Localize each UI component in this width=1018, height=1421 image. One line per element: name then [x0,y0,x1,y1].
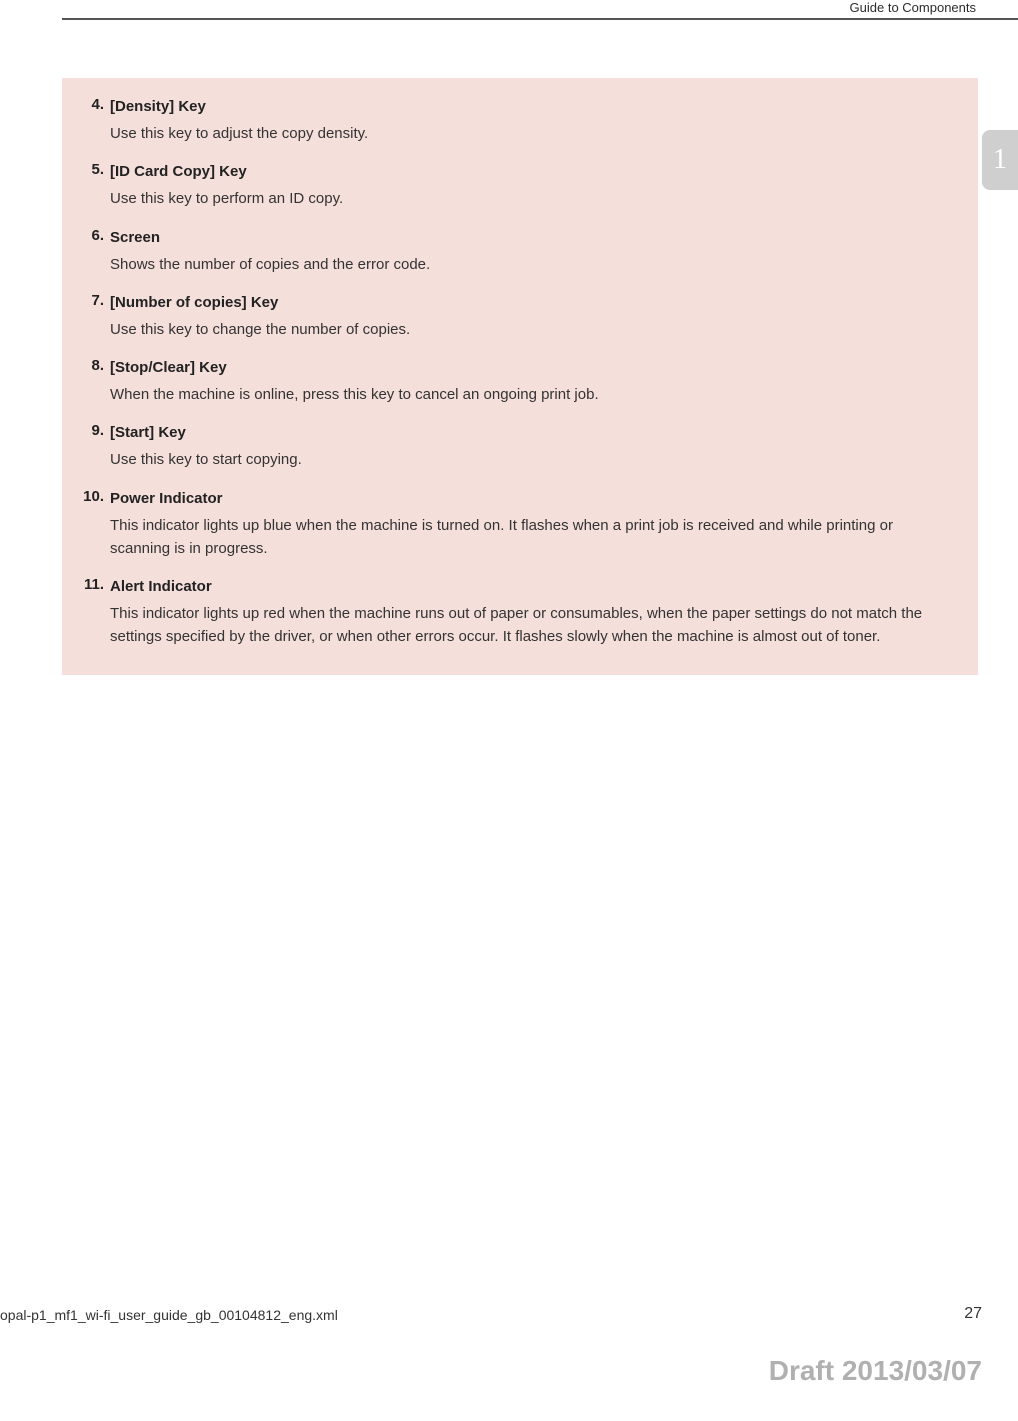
item-number: 8. [68,357,110,374]
item-title: [ID Card Copy] Key [110,161,956,182]
item-title: Screen [110,227,956,248]
list-item: 6. Screen Shows the number of copies and… [68,227,956,286]
item-description: This indicator lights up red when the ma… [110,602,956,649]
footer-filename: opal-p1_mf1_wi-fi_user_guide_gb_00104812… [0,1307,338,1323]
item-body: Power Indicator This indicator lights up… [110,488,956,571]
item-number: 9. [68,422,110,439]
list-item: 11. Alert Indicator This indicator light… [68,576,956,659]
item-description: Use this key to start copying. [110,448,956,471]
item-description: Use this key to adjust the copy density. [110,122,956,145]
item-number: 6. [68,227,110,244]
content-panel: 4. [Density] Key Use this key to adjust … [62,78,978,675]
list-item: 8. [Stop/Clear] Key When the machine is … [68,357,956,416]
item-body: Alert Indicator This indicator lights up… [110,576,956,659]
item-title: [Start] Key [110,422,956,443]
chapter-tab: 1 [982,130,1018,190]
item-body: [ID Card Copy] Key Use this key to perfo… [110,161,956,220]
draft-watermark: Draft 2013/03/07 [769,1355,982,1387]
list-item: 10. Power Indicator This indicator light… [68,488,956,571]
item-number: 4. [68,96,110,113]
item-number: 7. [68,292,110,309]
footer-page-number: 27 [964,1305,982,1323]
list-item: 9. [Start] Key Use this key to start cop… [68,422,956,481]
header-rule [62,18,1018,20]
item-body: [Stop/Clear] Key When the machine is onl… [110,357,956,416]
item-number: 5. [68,161,110,178]
item-title: [Density] Key [110,96,956,117]
item-body: [Number of copies] Key Use this key to c… [110,292,956,351]
item-title: [Stop/Clear] Key [110,357,956,378]
item-title: [Number of copies] Key [110,292,956,313]
header-title: Guide to Components [850,0,976,15]
item-description: Use this key to change the number of cop… [110,318,956,341]
page: Guide to Components 1 4. [Density] Key U… [0,0,1018,1421]
item-number: 11. [68,576,110,593]
item-body: [Start] Key Use this key to start copyin… [110,422,956,481]
item-description: Use this key to perform an ID copy. [110,187,956,210]
item-title: Alert Indicator [110,576,956,597]
item-description: Shows the number of copies and the error… [110,253,956,276]
item-number: 10. [68,488,110,505]
list-item: 5. [ID Card Copy] Key Use this key to pe… [68,161,956,220]
item-body: [Density] Key Use this key to adjust the… [110,96,956,155]
item-body: Screen Shows the number of copies and th… [110,227,956,286]
list-item: 4. [Density] Key Use this key to adjust … [68,96,956,155]
item-description: When the machine is online, press this k… [110,383,956,406]
item-title: Power Indicator [110,488,956,509]
list-item: 7. [Number of copies] Key Use this key t… [68,292,956,351]
item-description: This indicator lights up blue when the m… [110,514,956,561]
